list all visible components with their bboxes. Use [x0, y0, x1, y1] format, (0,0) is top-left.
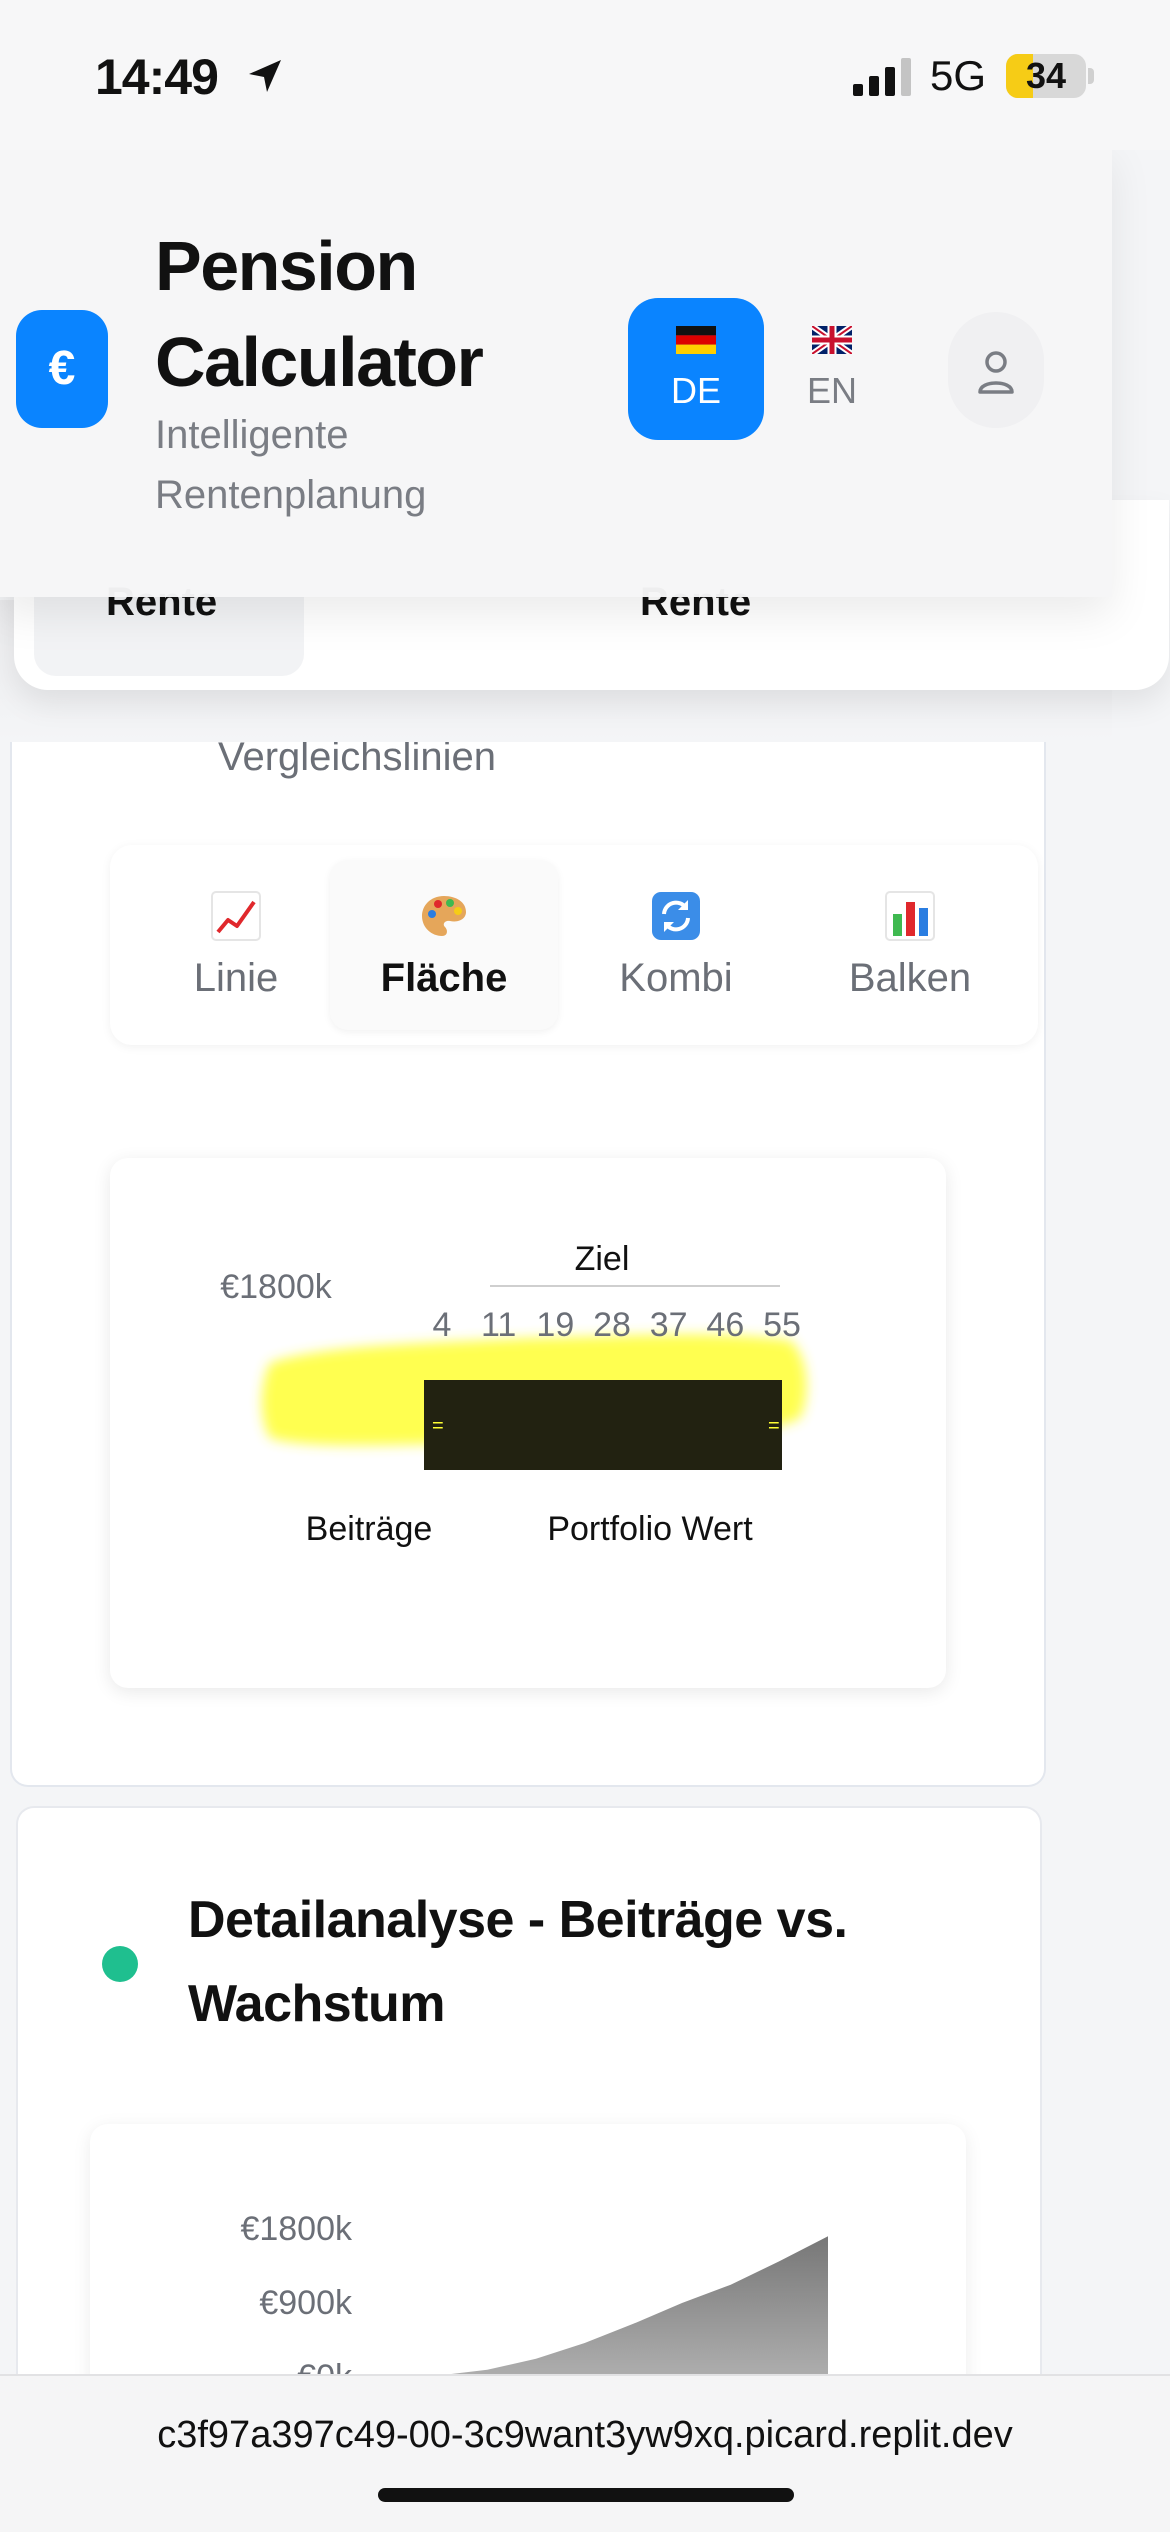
- plot-marker-left: =: [432, 1415, 444, 1437]
- plot-marker-right: =: [768, 1415, 780, 1437]
- chart-type-bar-label: Balken: [848, 956, 972, 1000]
- user-icon: [978, 351, 1014, 394]
- x-tick-label: 28: [593, 1306, 631, 1344]
- flag-germany-icon: [676, 326, 716, 354]
- euro-logo-icon: €: [16, 310, 108, 428]
- network-type: 5G: [930, 52, 987, 99]
- status-dot: [102, 1946, 138, 1982]
- legend-contributions: Beiträge: [306, 1510, 433, 1548]
- x-tick-label: 11: [481, 1306, 516, 1344]
- line-chart-icon: [211, 891, 261, 941]
- status-bar: 14:49 5G 34: [0, 0, 1170, 150]
- url-text[interactable]: c3f97a397c49-00-3c9want3yw9xq.picard.rep…: [0, 2414, 1170, 2457]
- x-tick-label: 55: [763, 1306, 801, 1344]
- x-tick-label: 46: [706, 1306, 744, 1344]
- chart-type-line-label: Linie: [193, 956, 279, 1000]
- chart-type-area-label: Fläche: [380, 956, 508, 1000]
- home-indicator[interactable]: [378, 2488, 794, 2502]
- x-tick-label: 4: [433, 1306, 452, 1344]
- area-chart: Ziel €1800k 4 11 19 28 37 46 55 = = Beiträge P…: [220, 1240, 807, 1548]
- chart-type-combo-label: Kombi: [619, 956, 733, 1000]
- palette-icon: [422, 896, 466, 936]
- chart-type-bar[interactable]: Balken: [796, 860, 1024, 1030]
- battery-icon: 34: [1006, 54, 1086, 98]
- detail-y-tick-label: €900k: [259, 2284, 353, 2322]
- area-plot-fill: [424, 1380, 782, 1470]
- cycle-arrows-icon: [652, 892, 700, 940]
- target-line-label: Ziel: [575, 1240, 630, 1278]
- chart-type-area[interactable]: Fläche: [330, 860, 558, 1030]
- flag-uk-icon: [812, 326, 852, 354]
- bar-chart-icon: [885, 891, 935, 941]
- battery-level: 34: [1025, 55, 1067, 96]
- status-time: 14:49: [95, 49, 219, 105]
- x-tick-label: 37: [650, 1306, 688, 1344]
- browser-url-bar[interactable]: c3f97a397c49-00-3c9want3yw9xq.picard.rep…: [0, 2374, 1170, 2532]
- detail-analysis-title: Detailanalyse - Beiträge vs. Wachstum: [188, 1891, 848, 2033]
- language-code-de: DE: [670, 370, 721, 411]
- language-code-en: EN: [806, 370, 857, 411]
- cellular-signal-icon: [853, 58, 911, 96]
- user-button[interactable]: [948, 312, 1044, 428]
- battery-cap: [1088, 68, 1094, 84]
- chart-type-combo[interactable]: Kombi: [562, 860, 790, 1030]
- detail-y-tick-label: €1800k: [240, 2210, 353, 2248]
- language-button-en[interactable]: EN: [764, 298, 900, 440]
- app-subtitle: Intelligente Rentenplanung: [155, 413, 427, 517]
- x-tick-label: 19: [536, 1306, 574, 1344]
- location-arrow-icon: [249, 60, 281, 92]
- legend-portfolio-value: Portfolio Wert: [547, 1510, 753, 1548]
- chart-type-line[interactable]: Linie: [122, 860, 350, 1030]
- y-tick-label: €1800k: [220, 1268, 333, 1306]
- language-button-de[interactable]: DE: [628, 298, 764, 440]
- app-title: Pension Calculator: [155, 227, 484, 401]
